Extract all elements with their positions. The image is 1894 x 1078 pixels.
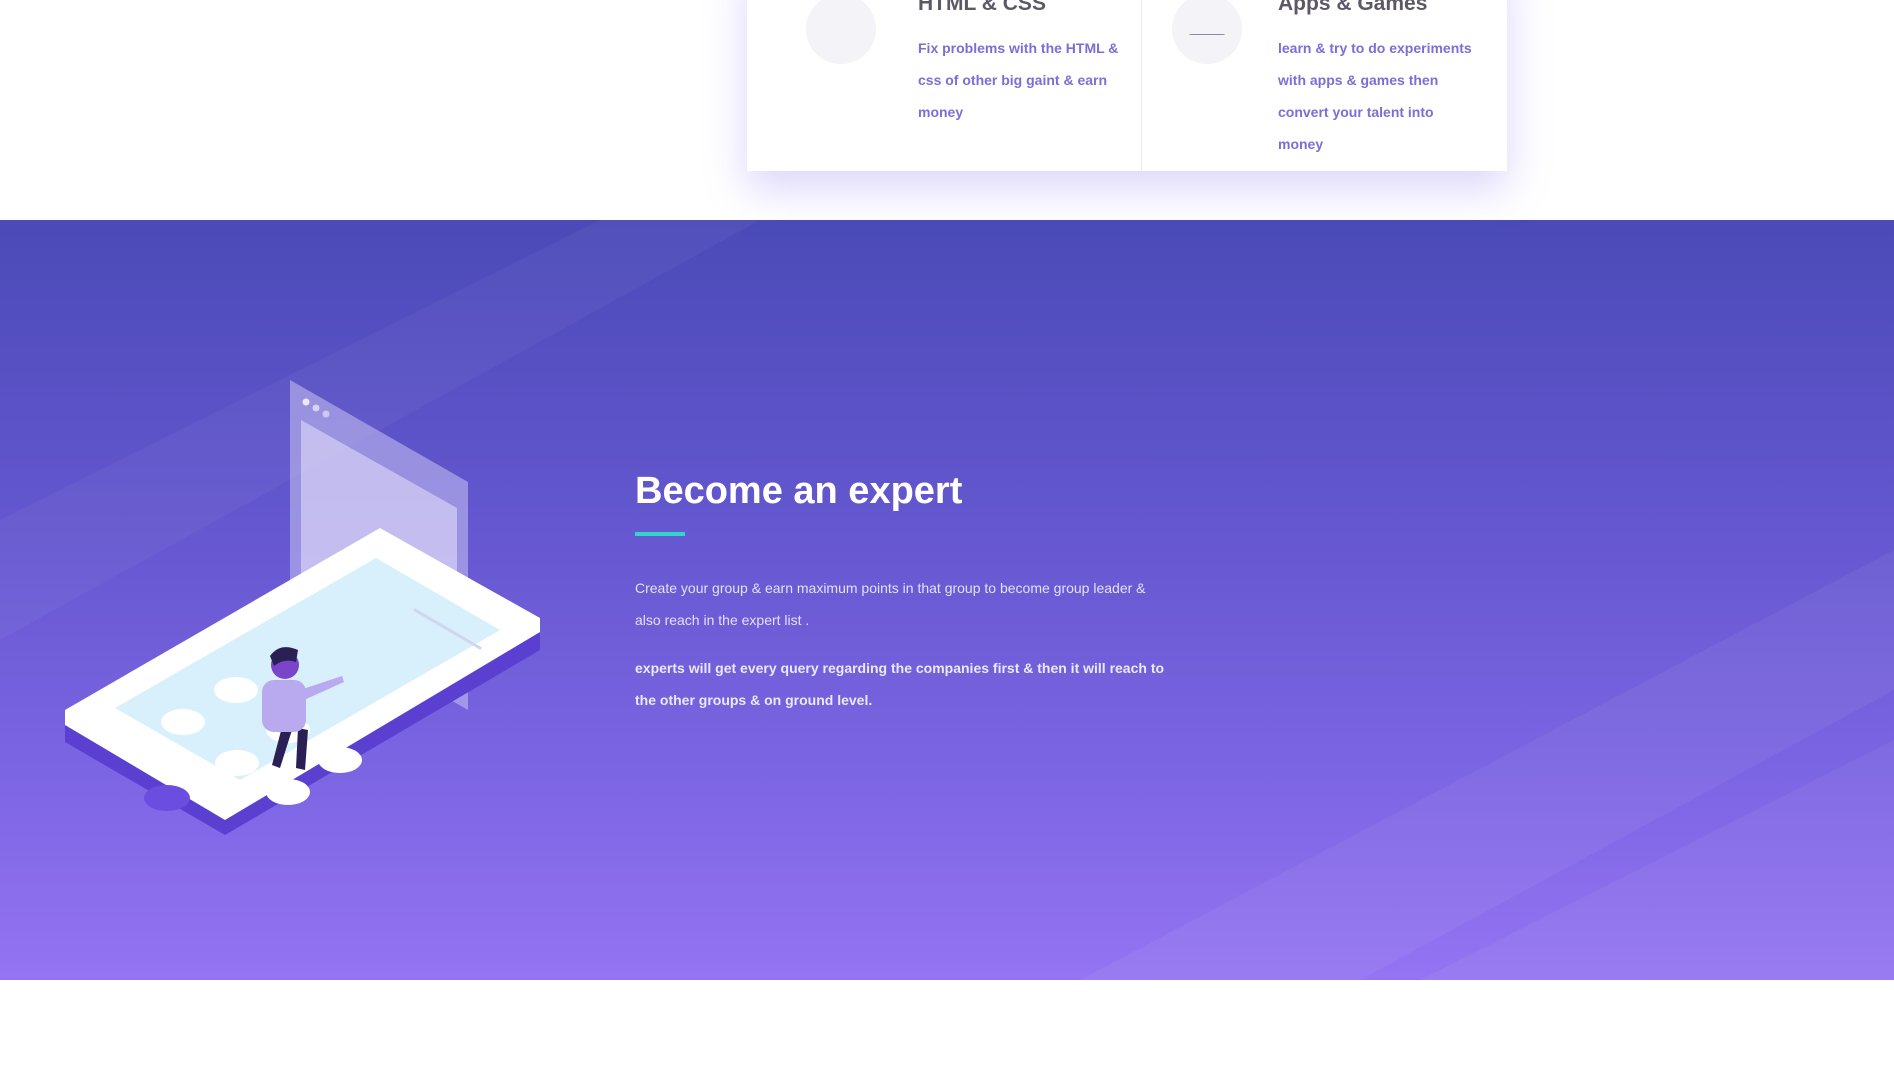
hero-description-strong: experts will get every query regarding t… xyxy=(635,660,1165,708)
feature-description: learn & try to do experiments with apps … xyxy=(1278,40,1472,152)
hero-description: Create your group & earn maximum points … xyxy=(635,580,1146,628)
feature-description: Fix problems with the HTML & css of othe… xyxy=(918,40,1119,120)
feature-apps-games: Apps & Games learn & try to do experimen… xyxy=(1141,0,1507,171)
hero-title: Become an expert xyxy=(635,470,963,512)
html-css-icon xyxy=(806,0,876,64)
gamepad-icon xyxy=(1172,0,1242,64)
feature-title: Apps & Games xyxy=(1278,0,1428,15)
title-underline xyxy=(635,532,685,536)
feature-html-css: HTML & CSS Fix problems with the HTML & … xyxy=(747,0,1141,171)
hero-section: Become an expert Create your group & ear… xyxy=(0,220,1894,980)
feature-title: HTML & CSS xyxy=(918,0,1046,15)
features-card: HTML & CSS Fix problems with the HTML & … xyxy=(747,0,1507,171)
phone-user-illustration xyxy=(65,380,540,835)
page: HTML & CSS Fix problems with the HTML & … xyxy=(0,0,1894,1078)
